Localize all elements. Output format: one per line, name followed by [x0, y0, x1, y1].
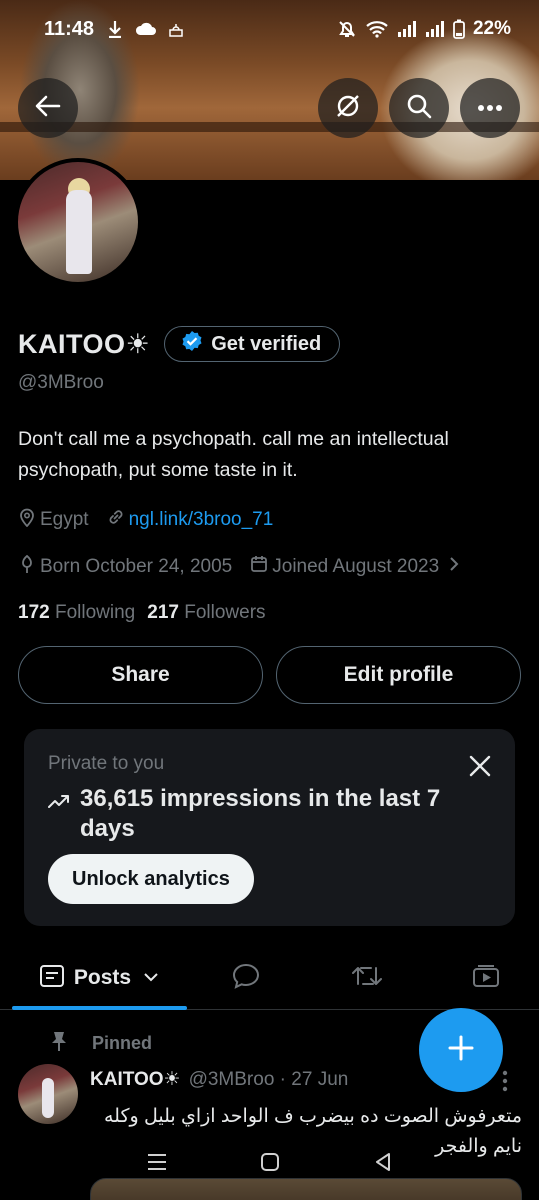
share-button[interactable]: Share — [18, 646, 263, 704]
post-author-name[interactable]: KAITOO☀ — [90, 1068, 181, 1091]
location-icon — [18, 507, 36, 533]
followers-link[interactable]: 217 Followers — [147, 602, 265, 624]
post-more-icon[interactable] — [502, 1070, 508, 1097]
location-item: Egypt — [18, 507, 89, 533]
location-text: Egypt — [40, 509, 89, 530]
posts-icon — [39, 964, 64, 992]
search-button[interactable] — [389, 78, 449, 138]
status-system-icons: 22% — [337, 18, 511, 40]
profile-bio: Don't call me a psychopath. call me an i… — [18, 428, 449, 481]
compose-button[interactable] — [419, 1008, 503, 1092]
pinned-indicator: Pinned — [50, 1030, 152, 1057]
more-options-button[interactable] — [460, 78, 520, 138]
media-icon — [472, 964, 500, 993]
followers-label: Followers — [184, 602, 266, 623]
post-header: KAITOO☀ @3MBroo · 27 Jun — [90, 1068, 348, 1091]
display-name: KAITOO☀ — [18, 328, 151, 359]
chevron-down-icon — [143, 969, 159, 987]
tab-posts[interactable]: Posts — [12, 946, 187, 1010]
home-icon[interactable] — [260, 1152, 280, 1177]
website-text[interactable]: ngl.link/3broo_71 — [129, 509, 274, 531]
grok-button[interactable] — [318, 78, 378, 138]
follow-counts: 172 Following 217 Followers — [18, 602, 266, 624]
download-icon — [108, 20, 122, 38]
joined-item[interactable]: Joined August 2023 — [250, 555, 459, 579]
grok-icon — [334, 92, 362, 125]
post-avatar[interactable] — [18, 1064, 78, 1124]
plus-icon — [447, 1034, 475, 1067]
impressions-text: 36,615 impressions in the last 7 days — [80, 785, 441, 842]
post-author-handle: @3MBroo · 27 Jun — [188, 1068, 349, 1090]
banner-shelf — [0, 122, 539, 132]
mute-icon — [337, 19, 357, 39]
meta-row-dates: Born October 24, 2005 Joined August 2023 — [18, 554, 477, 580]
close-icon[interactable] — [469, 755, 491, 782]
impressions-headline: 36,615 impressions in the last 7 days — [48, 784, 488, 844]
wifi-icon — [365, 20, 389, 38]
tab-reposts[interactable] — [337, 946, 397, 1010]
calendar-icon — [250, 555, 268, 579]
post-avatar-figure — [42, 1078, 54, 1118]
pin-icon — [50, 1030, 68, 1057]
cloud-icon — [134, 22, 157, 36]
status-bar: 11:48 22% — [0, 0, 539, 58]
status-time: 11:48 — [44, 17, 95, 40]
name-row: KAITOO☀ Get verified — [18, 326, 341, 362]
birthday-icon — [18, 554, 36, 580]
replies-icon — [232, 963, 260, 994]
profile-avatar[interactable] — [14, 158, 142, 286]
birthday-text: Born October 24, 2005 — [40, 556, 233, 577]
edit-profile-button[interactable]: Edit profile — [276, 646, 521, 704]
recents-icon[interactable] — [146, 1153, 168, 1176]
signal-icon-2 — [425, 21, 445, 37]
tab-replies[interactable] — [216, 946, 276, 1010]
more-icon — [477, 99, 503, 117]
joined-text: Joined August 2023 — [272, 556, 440, 577]
followers-count: 217 — [147, 602, 179, 623]
search-icon — [406, 93, 432, 124]
avatar-figure-body — [66, 190, 92, 274]
back-arrow-icon — [35, 95, 61, 122]
system-nav-bar — [0, 1146, 539, 1182]
link-icon — [107, 508, 125, 532]
get-verified-button[interactable]: Get verified — [164, 326, 341, 362]
battery-icon — [453, 19, 465, 39]
following-label: Following — [54, 602, 136, 623]
active-tab-indicator — [12, 1006, 187, 1010]
following-count: 172 — [18, 602, 50, 623]
birthday-item: Born October 24, 2005 — [18, 554, 232, 580]
website-link[interactable]: ngl.link/3broo_71 — [107, 508, 274, 532]
get-verified-label: Get verified — [211, 332, 322, 355]
verified-badge-icon — [181, 330, 203, 358]
meta-row-location: Egypt ngl.link/3broo_71 — [18, 507, 291, 533]
analytics-card-label: Private to you — [48, 753, 165, 774]
back-button[interactable] — [18, 78, 78, 138]
following-link[interactable]: 172 Following — [18, 602, 135, 624]
reposts-icon — [352, 964, 382, 993]
tab-posts-label: Posts — [73, 966, 132, 989]
profile-tabs: Posts — [0, 946, 539, 1010]
chevron-right-icon — [449, 556, 459, 578]
analytics-card: Private to you 36,615 impressions in the… — [24, 729, 515, 926]
battery-percent: 22% — [472, 18, 511, 39]
pinned-label: Pinned — [92, 1033, 153, 1053]
status-notification-icons — [108, 20, 184, 38]
signal-icon — [397, 21, 417, 37]
back-nav-icon[interactable] — [373, 1152, 393, 1177]
trend-icon — [48, 792, 70, 844]
unlock-analytics-button[interactable]: Unlock analytics — [48, 854, 254, 904]
profile-handle: @3MBroo — [18, 372, 104, 393]
tab-media[interactable] — [456, 946, 516, 1010]
mosque-icon — [168, 21, 184, 37]
